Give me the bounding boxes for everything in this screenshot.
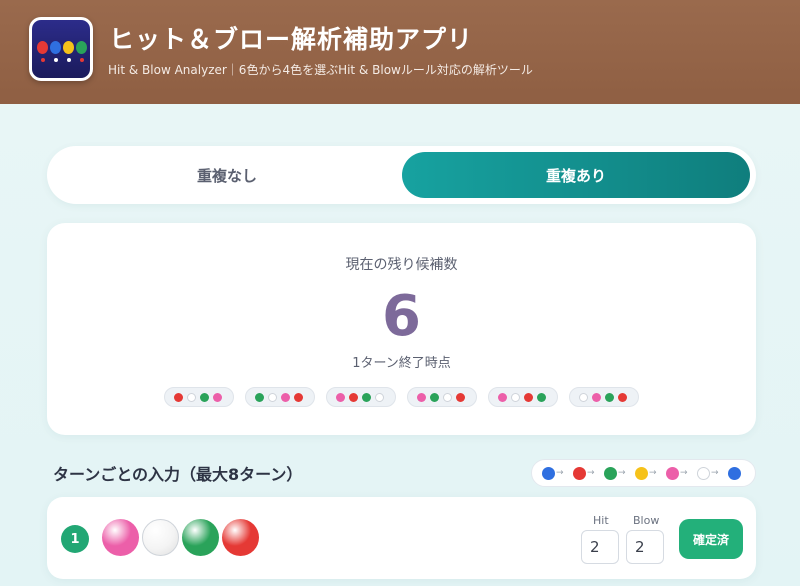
remaining-count: 6 bbox=[382, 284, 421, 349]
candidate-peg-pink bbox=[592, 393, 601, 402]
turn-number-badge: 1 bbox=[61, 525, 89, 553]
candidate-chip bbox=[245, 387, 315, 407]
candidate-peg-pink bbox=[213, 393, 222, 402]
legend-color-blue bbox=[542, 467, 555, 480]
legend-color-red bbox=[573, 467, 586, 480]
candidate-peg-pink bbox=[417, 393, 426, 402]
turn-status: 1ターン終了時点 bbox=[352, 356, 451, 371]
candidate-peg-pink bbox=[498, 393, 507, 402]
remaining-candidates-card: 現在の残り候補数 6 1ターン終了時点 bbox=[47, 223, 756, 435]
hit-input[interactable] bbox=[581, 530, 619, 564]
candidate-peg-pink bbox=[336, 393, 345, 402]
candidate-peg-pink bbox=[281, 393, 290, 402]
duplicate-mode-toggle: 重複なし 重複あり bbox=[47, 146, 756, 204]
blow-input[interactable] bbox=[626, 530, 664, 564]
candidate-peg-green bbox=[605, 393, 614, 402]
arrow-right-icon: → bbox=[680, 468, 688, 478]
candidate-chip bbox=[569, 387, 639, 407]
toggle-no-duplicates[interactable]: 重複なし bbox=[53, 152, 401, 198]
candidate-peg-white bbox=[443, 393, 452, 402]
candidate-peg-white bbox=[268, 393, 277, 402]
legend-color-yellow bbox=[635, 467, 648, 480]
peg-slot-3[interactable] bbox=[182, 519, 219, 556]
candidate-peg-white bbox=[579, 393, 588, 402]
remaining-count-label: 現在の残り候補数 bbox=[345, 257, 458, 273]
peg-slot-1[interactable] bbox=[102, 519, 139, 556]
legend-color-green bbox=[604, 467, 617, 480]
peg-slot-4[interactable] bbox=[222, 519, 259, 556]
legend-color-blue bbox=[728, 467, 741, 480]
candidate-peg-red bbox=[174, 393, 183, 402]
blow-label: Blow bbox=[633, 514, 660, 527]
legend-color-pink bbox=[666, 467, 679, 480]
app-subtitle: Hit & Blow Analyzer｜6色から4色を選ぶHit & Blowル… bbox=[108, 63, 533, 77]
candidate-peg-red bbox=[456, 393, 465, 402]
candidate-chip bbox=[407, 387, 477, 407]
candidate-list bbox=[164, 387, 644, 409]
candidate-peg-green bbox=[537, 393, 546, 402]
candidate-peg-white bbox=[511, 393, 520, 402]
arrow-right-icon: → bbox=[649, 468, 657, 478]
color-cycle-legend: → → → → → → bbox=[531, 459, 756, 487]
peg-slot-2[interactable] bbox=[142, 519, 179, 556]
candidate-chip bbox=[164, 387, 234, 407]
candidate-chip bbox=[326, 387, 396, 407]
turn-row: 1 Hit Blow 確定済 bbox=[47, 497, 756, 579]
candidate-peg-green bbox=[362, 393, 371, 402]
arrow-right-icon: → bbox=[556, 468, 564, 478]
candidate-chip bbox=[488, 387, 558, 407]
candidate-peg-green bbox=[255, 393, 264, 402]
arrow-right-icon: → bbox=[711, 468, 719, 478]
candidate-peg-red bbox=[524, 393, 533, 402]
confirm-button[interactable]: 確定済 bbox=[679, 519, 743, 559]
candidate-peg-green bbox=[430, 393, 439, 402]
arrow-right-icon: → bbox=[587, 468, 595, 478]
candidate-peg-white bbox=[187, 393, 196, 402]
colored-balls-icon bbox=[29, 17, 93, 81]
app-header: ヒット＆ブロー解析補助アプリ Hit & Blow Analyzer｜6色から4… bbox=[0, 0, 800, 104]
candidate-peg-green bbox=[200, 393, 209, 402]
app-title: ヒット＆ブロー解析補助アプリ bbox=[109, 25, 474, 54]
candidate-peg-white bbox=[375, 393, 384, 402]
legend-color-white bbox=[697, 467, 710, 480]
candidate-peg-red bbox=[618, 393, 627, 402]
arrow-right-icon: → bbox=[618, 468, 626, 478]
turns-section-title: ターンごとの入力（最大8ターン） bbox=[53, 465, 303, 484]
toggle-with-duplicates[interactable]: 重複あり bbox=[402, 152, 750, 198]
candidate-peg-red bbox=[294, 393, 303, 402]
hit-label: Hit bbox=[593, 514, 609, 527]
candidate-peg-red bbox=[349, 393, 358, 402]
